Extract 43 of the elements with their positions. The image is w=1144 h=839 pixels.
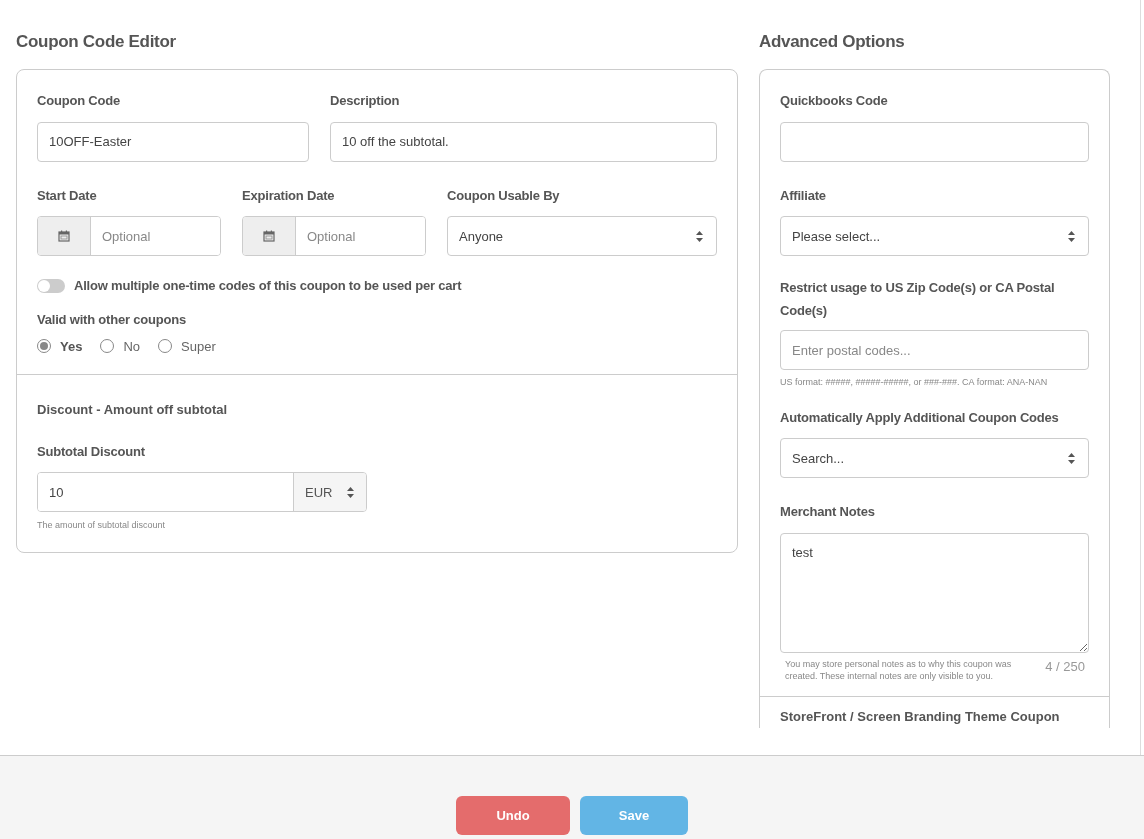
radio-label: Super — [181, 338, 216, 354]
help-text: The amount of subtotal discount — [37, 520, 167, 532]
help-text: US format: #####, #####-#####, or ###-###. CA format: ANA-NAN — [780, 377, 1049, 389]
field-label: Restrict usage to US Zip Code(s) or CA Postal Code(s) — [780, 279, 1056, 321]
field-label: Description — [330, 92, 401, 110]
radio-label: Yes — [60, 338, 83, 354]
field-label: Expiration Date — [242, 186, 336, 205]
calendar-icon — [263, 230, 275, 243]
radio-label: No — [123, 338, 141, 354]
character-counter: 4 / 250 — [1045, 658, 1085, 676]
field-label: Coupon Code — [37, 92, 121, 110]
select-caret-icon — [1067, 229, 1076, 243]
coupon-code-field[interactable]: 10OFF-Easter — [37, 121, 309, 162]
discount-heading: Discount - Amount off subtotal — [37, 401, 229, 417]
field-label: Quickbooks Code — [780, 92, 889, 110]
toggle-switch[interactable] — [37, 278, 65, 293]
field-label: Merchant Notes — [780, 503, 876, 521]
select-caret-icon — [695, 229, 704, 243]
description-field[interactable]: 10 off the subtotal. — [330, 121, 717, 162]
date-field[interactable]: Optional — [242, 216, 426, 257]
help-text: You may store personal notes as to why this coupon was created. These internal notes are only visible to you. — [785, 658, 1013, 683]
select-caret-icon — [346, 485, 355, 499]
date-field[interactable]: Optional — [37, 216, 221, 257]
field-label: Valid with other coupons — [37, 311, 188, 329]
section-heading: StoreFront / Screen Branding Theme Coupon — [779, 708, 1061, 727]
field-label: Subtotal Discount — [37, 442, 146, 461]
merchant-notes-field[interactable]: test — [780, 532, 1089, 653]
field-label: Affiliate — [780, 186, 827, 205]
field-label: Start Date — [37, 186, 98, 205]
select-caret-icon — [1067, 451, 1076, 465]
field-label: Coupon Usable By — [447, 186, 561, 205]
field-label: Automatically Apply Additional Coupon Codes — [780, 408, 1060, 427]
usable-by-select[interactable]: Anyone — [447, 216, 717, 257]
quickbooks-code-field[interactable] — [780, 121, 1089, 162]
affiliate-select[interactable]: Please select... — [780, 216, 1089, 257]
coupon-codes-select[interactable]: Search... — [780, 438, 1089, 479]
calendar-icon — [58, 230, 70, 243]
section-title: Coupon Code Editor — [16, 32, 177, 52]
section-title: Advanced Options — [759, 32, 906, 52]
toggle-label: Allow multiple one-time codes of this coupon to be used per cart — [74, 278, 462, 294]
discount-amount-field[interactable]: 10 EUR — [37, 472, 367, 513]
currency-select[interactable]: EUR — [293, 473, 366, 512]
postal-codes-field[interactable]: Enter postal codes... — [780, 330, 1089, 371]
